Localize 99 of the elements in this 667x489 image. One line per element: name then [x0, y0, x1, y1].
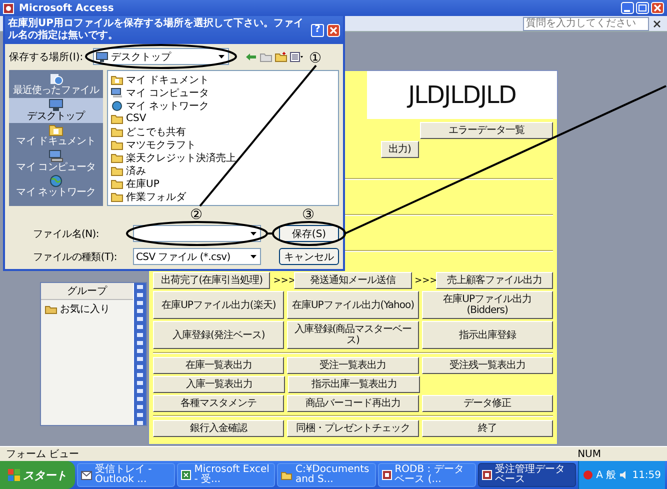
form-button[interactable]: 終了 [422, 420, 553, 437]
file-list-item[interactable]: マイ ネットワーク [126, 98, 210, 112]
file-list-item[interactable]: 在庫UP [126, 176, 160, 190]
close-icon[interactable] [653, 20, 661, 28]
form-button[interactable]: 在庫UPファイル出力(Yahoo) [287, 291, 419, 319]
taskbar-button[interactable]: 受注管理データベース [478, 463, 576, 487]
form-button[interactable]: エラーデータ一覧 [420, 122, 554, 139]
status-text: フォーム ビュー [6, 448, 80, 461]
file-list-item[interactable]: 済み [126, 164, 146, 178]
cancel-button[interactable]: キャンセル [279, 248, 339, 265]
file-list-item[interactable]: CSV [126, 113, 146, 124]
form-button[interactable]: 各種マスタメンテ [153, 395, 284, 412]
group-header: グループ [41, 283, 133, 300]
file-list-item[interactable]: マイ コンピュータ [126, 86, 210, 100]
back-arrow-icon[interactable] [245, 52, 257, 62]
desktop-icon [96, 52, 108, 62]
database-icon [382, 470, 392, 480]
new-folder-icon[interactable] [275, 52, 287, 62]
file-type-label: ファイルの種類(T): [33, 250, 118, 264]
file-list-item[interactable]: 楽天クレジット決済売上 [126, 150, 236, 164]
window-title: Microsoft Access [19, 2, 114, 14]
folder-icon [111, 126, 123, 136]
app-icon [3, 2, 14, 14]
folder-icon [111, 74, 123, 84]
clock: 11:59 [632, 470, 662, 480]
form-button[interactable]: 商品バーコード再出力 [287, 395, 419, 412]
restore-icon[interactable] [636, 2, 649, 14]
minimize-icon[interactable] [621, 2, 634, 14]
view-menu-icon[interactable] [290, 52, 303, 62]
computer-icon [49, 150, 63, 162]
form-button[interactable]: 売上顧客ファイル出力 [436, 272, 553, 289]
form-button[interactable]: 入庫登録(発注ベース) [153, 321, 284, 349]
taskbar-button[interactable]: C:¥Documents and S... [277, 463, 376, 487]
folder-icon [45, 304, 57, 314]
desktop-icon [49, 98, 63, 110]
leader-line [267, 232, 273, 234]
annotation-number: ① [309, 50, 322, 66]
dialog-title: 在庫別UP用ロファイルを保存する場所を選択して下さい。ファイル名の指定は無いです。 [8, 18, 304, 42]
folder-icon [111, 114, 123, 124]
flow-arrow-text: >>> [273, 276, 292, 286]
file-list-item[interactable]: どこでも共有 [126, 124, 186, 138]
database-icon [482, 470, 492, 480]
places-item[interactable]: マイ ドキュメント [9, 123, 103, 148]
form-button[interactable]: 出荷完了(在庫引当処理) [153, 272, 270, 289]
folder-icon [281, 470, 292, 480]
annotation-number: ② [190, 207, 203, 223]
file-type-dropdown[interactable]: CSV ファイル (*.csv) [133, 248, 261, 265]
spreadsheet-icon [181, 470, 192, 480]
up-folder-icon[interactable] [260, 52, 272, 62]
windows-flag-icon [8, 469, 20, 481]
places-item[interactable]: 最近使ったファイル [9, 72, 103, 98]
taskbar-button[interactable]: 受信トレイ - Outlook ... [77, 463, 176, 487]
save-in-label: 保存する場所(I): [9, 50, 84, 64]
folder-icon [111, 140, 123, 150]
folder-icon [111, 166, 123, 176]
places-item[interactable]: マイ ネットワーク [9, 174, 103, 200]
group-item[interactable]: お気に入り [60, 302, 110, 316]
save-button[interactable]: 保存(S) [279, 225, 339, 242]
form-button[interactable]: 発送通知メール送信 [294, 272, 412, 289]
form-button[interactable]: 指示出庫登録 [422, 321, 553, 349]
file-list-item[interactable]: マイ ドキュメント [126, 72, 210, 86]
globe-icon [111, 100, 123, 110]
dropdown-caret-icon [249, 229, 258, 238]
dropdown-caret-icon [249, 252, 258, 261]
folder-icon [49, 124, 63, 136]
form-button[interactable]: 在庫UPファイル出力(Bidders) [422, 291, 553, 319]
form-button[interactable]: 入庫一覧表出力 [153, 376, 285, 393]
start-button[interactable]: スタート [0, 461, 75, 489]
form-button[interactable]: 銀行入金確認 [153, 420, 284, 437]
form-button[interactable]: 出力) [380, 141, 419, 158]
taskbar-button[interactable]: Microsoft Excel - 受... [177, 463, 276, 487]
globe-icon [49, 175, 63, 187]
logo: JLDJLDJLD [367, 71, 557, 119]
folder-icon [111, 192, 123, 202]
file-list-item[interactable]: マツモクラフト [126, 138, 196, 152]
form-button[interactable]: 入庫登録(商品マスターベース) [287, 321, 419, 349]
form-button[interactable]: 同梱・プレゼントチェック [287, 420, 419, 437]
envelope-icon [81, 470, 92, 480]
file-name-field[interactable] [133, 225, 261, 242]
annotation-number: ③ [302, 207, 315, 223]
clock-document-icon [49, 73, 63, 85]
folder-icon [111, 152, 123, 162]
num-lock-indicator: NUM [578, 448, 601, 460]
help-question-field[interactable]: 質問を入力してください [523, 16, 649, 30]
save-in-dropdown[interactable]: デスクトップ [93, 48, 229, 65]
file-list-item[interactable]: 作業フォルダ [126, 190, 186, 204]
form-button[interactable]: データ修正 [422, 395, 553, 412]
dropdown-caret-icon [217, 52, 226, 61]
places-item[interactable]: デスクトップ [9, 98, 103, 123]
computer-icon [111, 88, 123, 98]
folder-icon [111, 178, 123, 188]
form-button[interactable]: 在庫一覧表出力 [153, 357, 284, 374]
form-button[interactable]: 受注残一覧表出力 [422, 357, 553, 374]
form-button[interactable]: 受注一覧表出力 [287, 357, 419, 374]
form-button[interactable]: 在庫UPファイル出力(楽天) [153, 291, 284, 319]
places-item[interactable]: マイ コンピュータ [9, 148, 103, 174]
taskbar-button[interactable]: RODB : データベース (... [378, 463, 476, 487]
file-name-label: ファイル名(N): [33, 228, 100, 240]
form-button[interactable]: 指示出庫一覧表出力 [288, 376, 420, 393]
